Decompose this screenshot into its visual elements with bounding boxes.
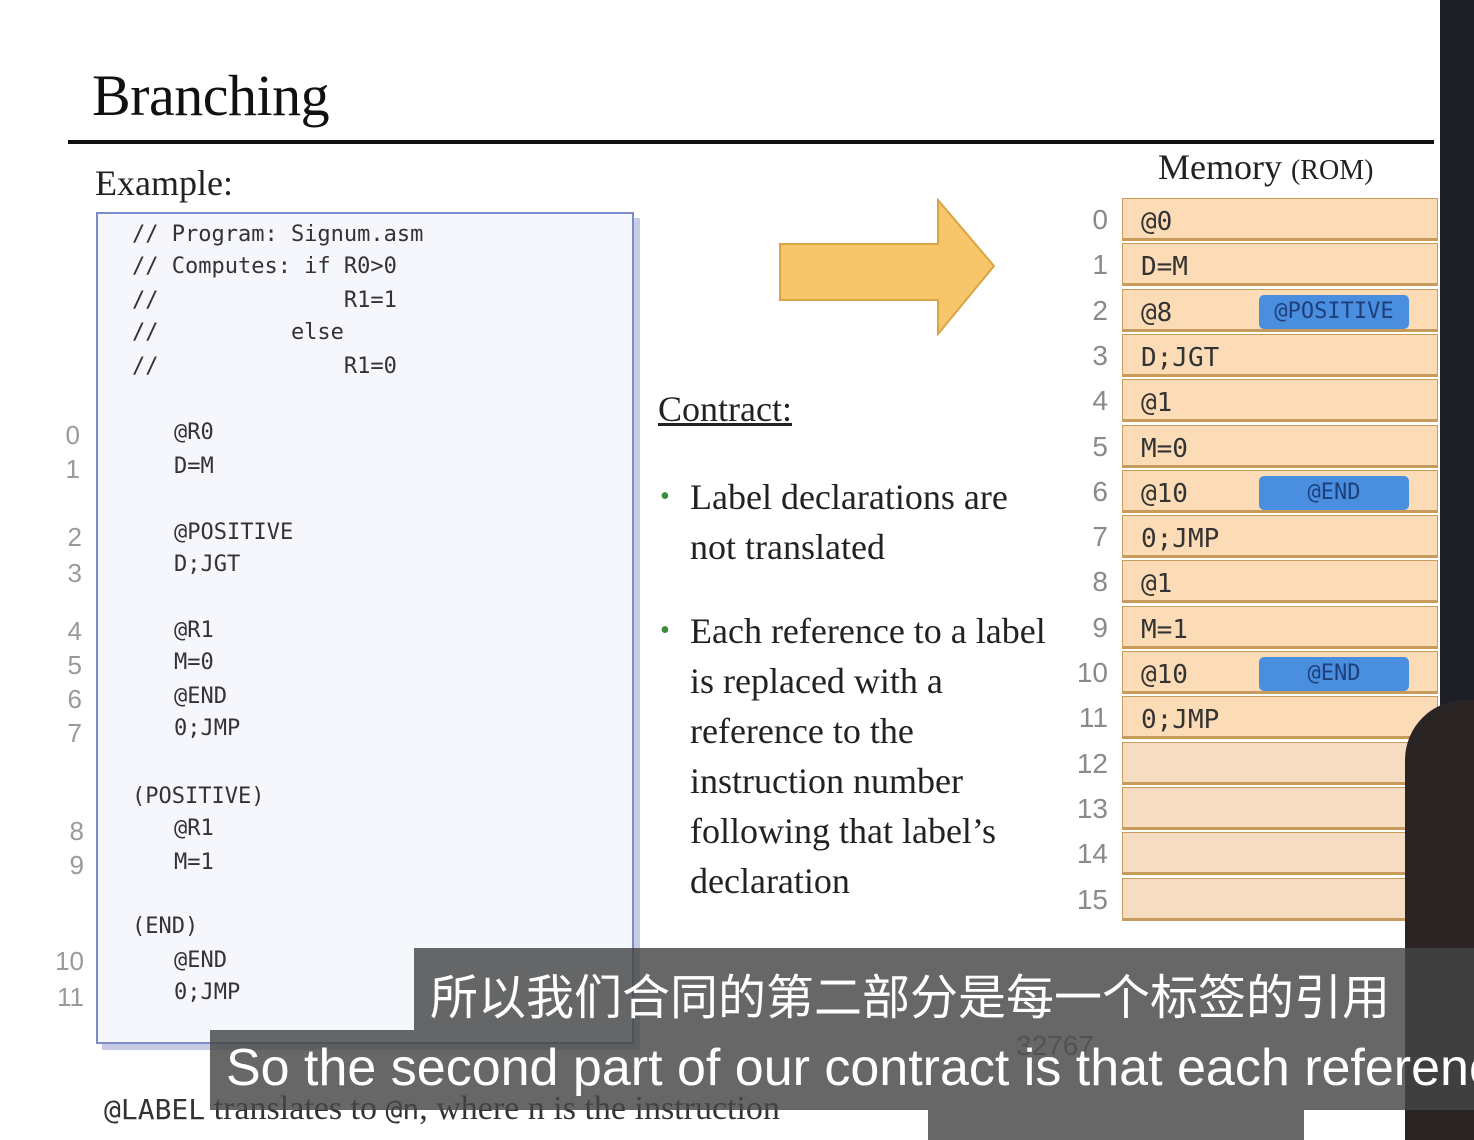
memory-address: 9 <box>1092 611 1108 643</box>
memory-table: @0 D=M @8 @POSITIVE D;JGT @1 M=0 @10 @END 0;JMP @1… <box>1122 198 1440 958</box>
title-divider <box>68 140 1434 144</box>
code-line: @END <box>174 948 227 973</box>
line-number: 7 <box>67 718 82 748</box>
code-line: @R1 <box>174 816 214 841</box>
memory-cell-value: 0;JMP <box>1141 524 1220 555</box>
memory-address: 4 <box>1092 385 1108 417</box>
line-number: 1 <box>65 454 80 484</box>
code-comment-1: // Program: Signum.asm <box>132 222 424 247</box>
line-number: 4 <box>67 616 82 646</box>
memory-cell: D;JGT <box>1122 333 1438 377</box>
code-comment-3: // R1=1 <box>132 288 397 313</box>
memory-cell-value: @10 <box>1141 660 1188 690</box>
subtitle-background <box>928 1110 1304 1140</box>
memory-address: 15 <box>1076 883 1108 915</box>
memory-address: 2 <box>1092 294 1108 326</box>
contract-bullet: • Label declarations are not translated <box>660 472 1040 572</box>
memory-cell: 0;JMP <box>1122 515 1438 559</box>
memory-address: 13 <box>1076 792 1108 824</box>
right-arrow-icon <box>779 198 996 337</box>
label-reference-tag: @POSITIVE <box>1259 294 1409 329</box>
memory-cell-value: M=1 <box>1141 614 1188 645</box>
memory-address: 6 <box>1092 475 1108 507</box>
code-line: 0;JMP <box>174 980 241 1005</box>
code-label-declaration: (POSITIVE) <box>132 784 265 809</box>
line-number: 9 <box>69 850 84 880</box>
memory-cell <box>1122 741 1438 785</box>
bullet-icon: • <box>660 481 670 512</box>
code-line: D=M <box>174 454 214 479</box>
memory-cell: M=1 <box>1122 605 1438 649</box>
code-comment-5: // R1=0 <box>132 354 397 379</box>
memory-cell: @8 @POSITIVE <box>1122 288 1438 332</box>
label-reference-tag: @END <box>1259 657 1409 691</box>
memory-cell-value: D=M <box>1141 252 1188 283</box>
memory-address: 12 <box>1076 747 1108 779</box>
code-label-declaration: (END) <box>132 914 199 939</box>
memory-address: 8 <box>1092 566 1108 598</box>
label-reference-tag: @END <box>1259 475 1409 510</box>
contract-heading: Contract: <box>658 389 792 429</box>
line-number: 0 <box>65 420 80 450</box>
line-number: 5 <box>67 650 82 680</box>
memory-cell <box>1122 877 1438 921</box>
memory-address: 1 <box>1092 249 1108 281</box>
memory-title-suffix: (ROM) <box>1290 155 1374 186</box>
bullet-icon: • <box>660 615 670 646</box>
memory-cell <box>1122 786 1438 830</box>
code-line: M=1 <box>174 850 214 875</box>
slide-title: Branching <box>92 63 330 128</box>
memory-cell-value: D;JGT <box>1141 342 1220 373</box>
code-comment-2: // Computes: if R0>0 <box>132 254 397 279</box>
memory-cell-value: @1 <box>1141 388 1173 419</box>
subtitle-english: So the second part of our contract is th… <box>226 1039 1474 1097</box>
line-number: 3 <box>67 558 82 588</box>
line-number: 2 <box>67 522 82 552</box>
memory-address: 10 <box>1076 657 1108 688</box>
memory-address: 0 <box>1092 204 1108 235</box>
line-number: 10 <box>55 946 84 976</box>
line-number: 11 <box>57 982 84 1012</box>
memory-cell: @1 <box>1122 560 1438 604</box>
subtitle-chinese: 所以我们合同的第二部分是每一个标签的引用 <box>430 970 1391 1026</box>
memory-title: Memory (ROM) <box>1158 146 1373 188</box>
code-line: @R1 <box>174 618 214 643</box>
memory-cell-value: @0 <box>1141 207 1173 237</box>
code-line: M=0 <box>174 650 214 675</box>
memory-cell: 0;JMP <box>1122 696 1438 740</box>
memory-cell: @10 @END <box>1122 651 1438 694</box>
memory-cell: @10 @END <box>1122 469 1438 513</box>
memory-title-text: Memory <box>1158 147 1282 187</box>
footnote-code: @LABEL <box>104 1093 206 1126</box>
memory-address: 3 <box>1092 339 1108 371</box>
code-line: 0;JMP <box>174 716 241 741</box>
memory-cell-value: 0;JMP <box>1141 705 1220 736</box>
bullet-text: Label declarations are not translated <box>690 477 1008 567</box>
memory-cell-value: @10 <box>1141 478 1188 509</box>
memory-cell-value: @8 <box>1141 297 1173 328</box>
line-number: 6 <box>67 684 82 714</box>
memory-address-column: 0 1 2 3 4 5 6 7 8 9 10 11 12 13 14 15 <box>1068 198 1112 958</box>
memory-cell: D=M <box>1122 243 1438 287</box>
code-line: D;JGT <box>174 552 241 577</box>
memory-address: 14 <box>1076 838 1108 870</box>
memory-address: 7 <box>1092 521 1108 553</box>
code-line: @R0 <box>174 420 214 445</box>
example-label: Example: <box>95 163 233 203</box>
code-comment-4: // else <box>132 320 344 345</box>
memory-cell-value: @1 <box>1141 569 1173 600</box>
line-number: 8 <box>69 816 84 846</box>
memory-cell: @1 <box>1122 379 1438 423</box>
contract-bullet: • Each reference to a label is replaced … <box>660 606 1046 906</box>
bullet-text: Each reference to a label is replaced wi… <box>690 611 1046 901</box>
memory-cell: M=0 <box>1122 424 1438 468</box>
code-line: @END <box>174 684 227 709</box>
memory-address: 11 <box>1078 702 1108 734</box>
memory-cell <box>1122 832 1438 876</box>
code-line: @POSITIVE <box>174 520 294 545</box>
memory-address: 5 <box>1092 430 1108 462</box>
memory-cell: @0 <box>1122 198 1438 241</box>
memory-cell-value: M=0 <box>1141 433 1188 464</box>
